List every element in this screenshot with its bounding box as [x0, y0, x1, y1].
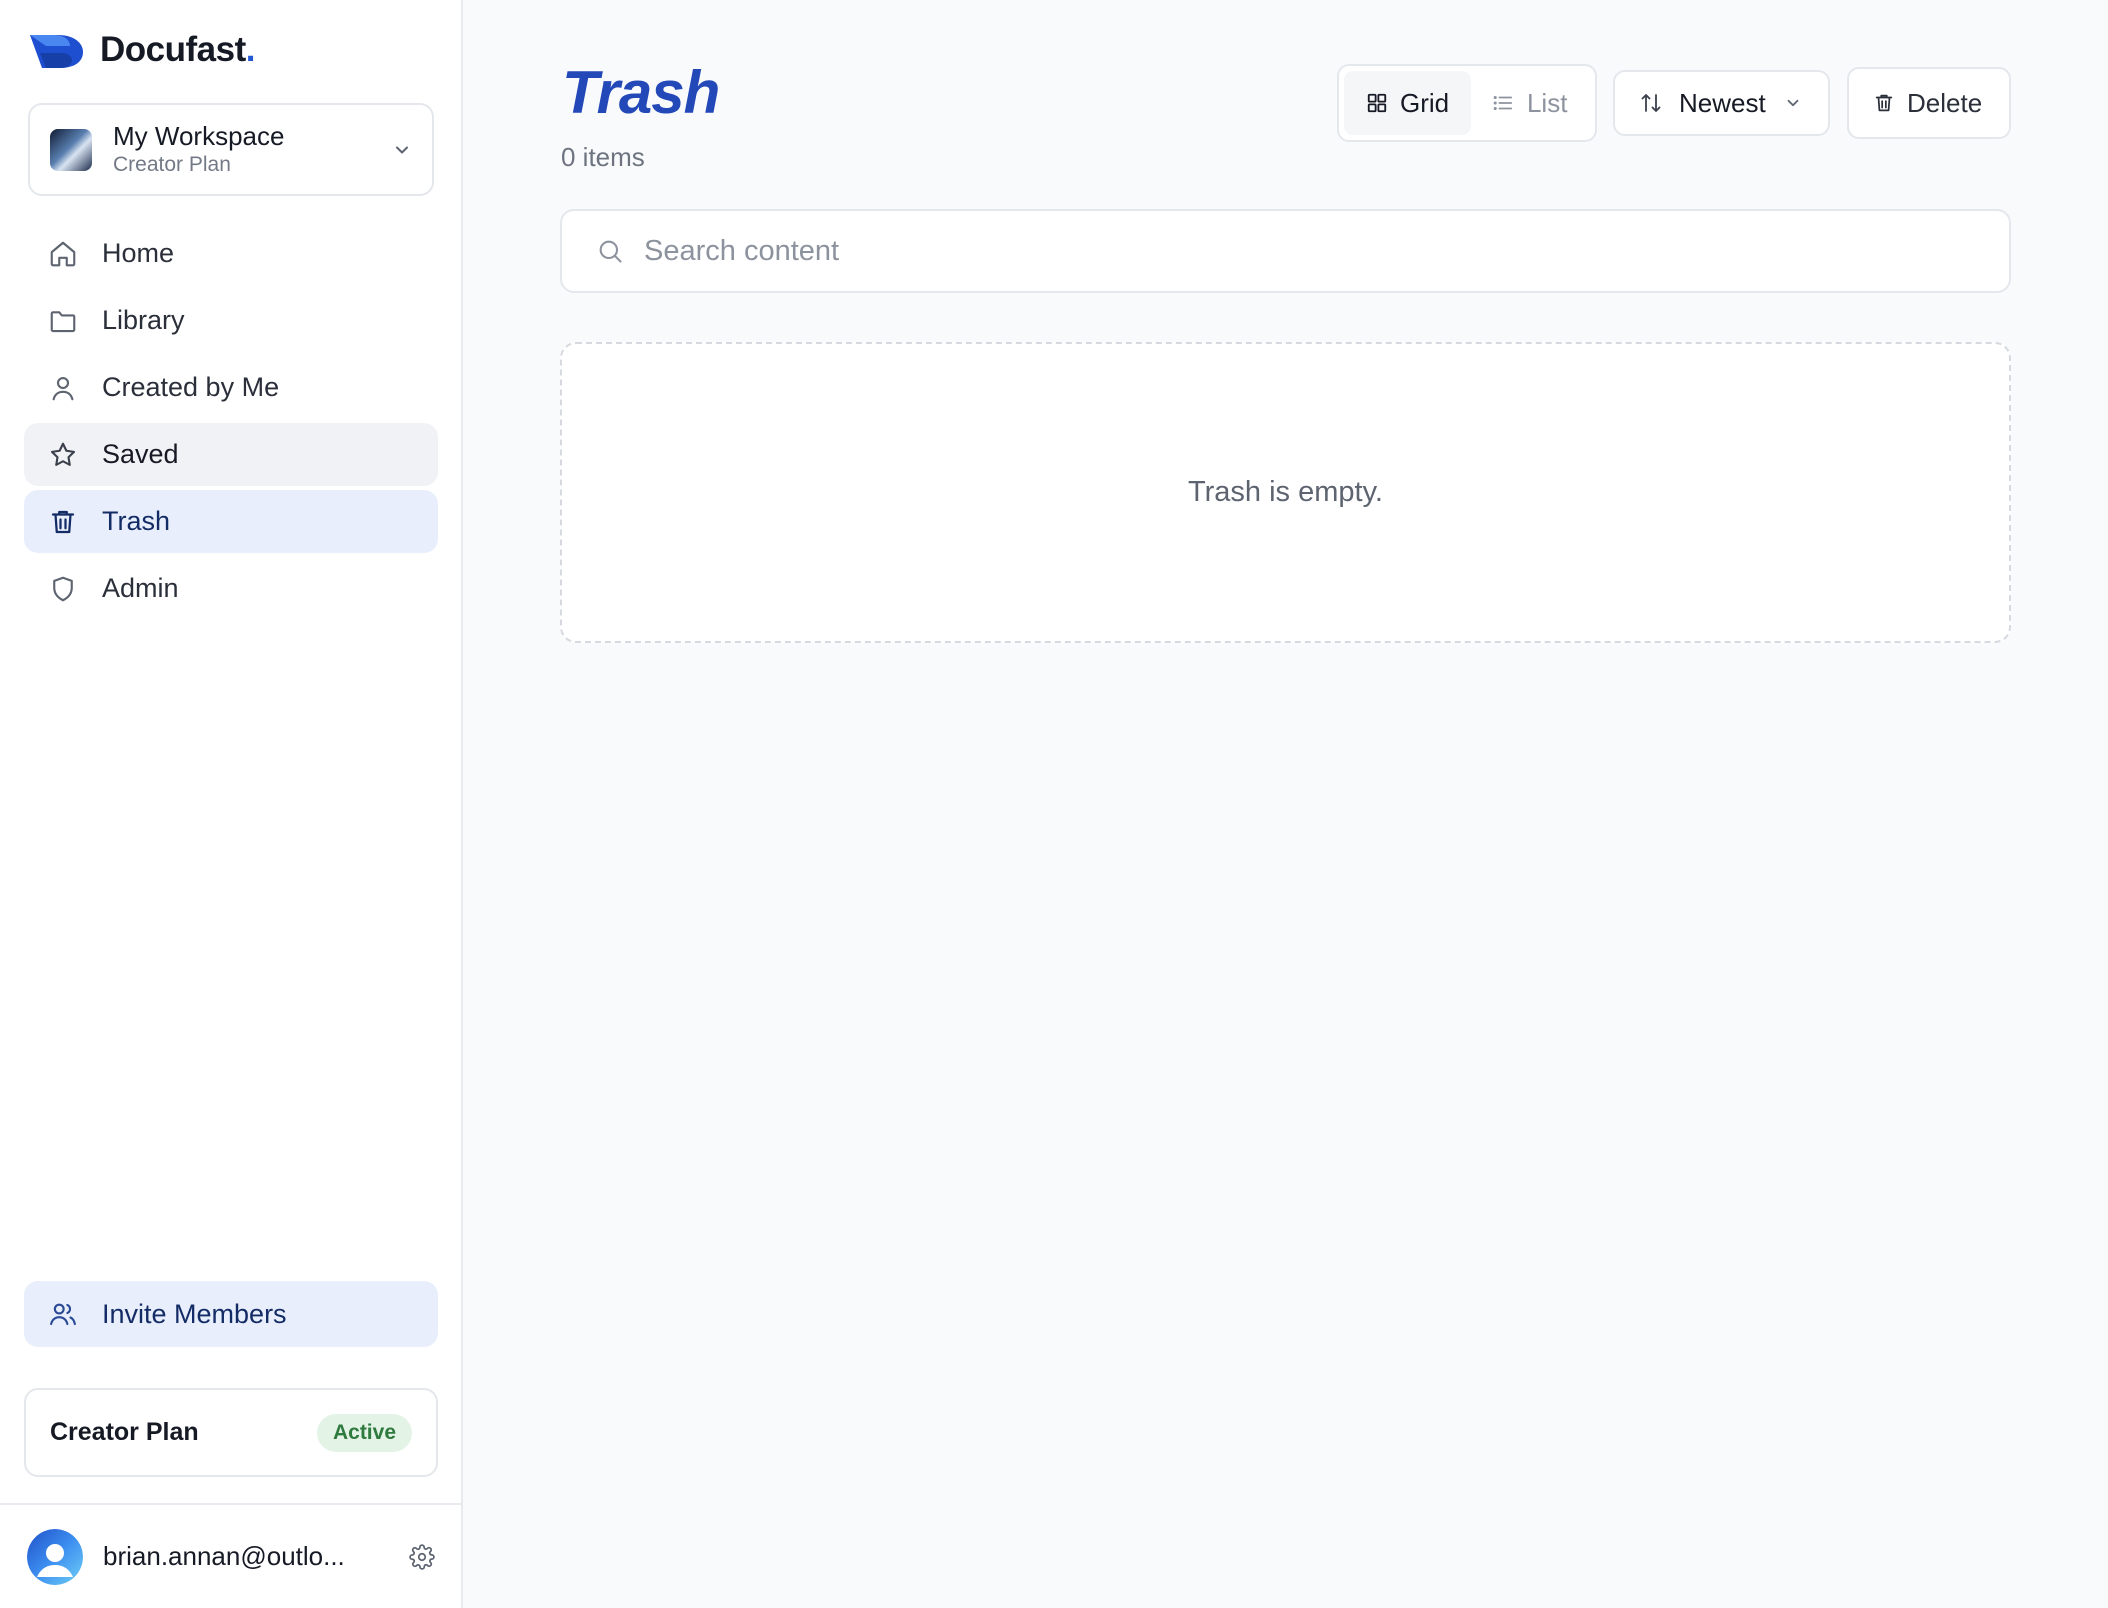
- sidebar-nav: Home Library Created by Me Saved Trash A…: [24, 222, 438, 624]
- shield-icon: [48, 574, 78, 604]
- sidebar-item-label: Admin: [102, 573, 179, 603]
- invite-members-button[interactable]: Invite Members: [24, 1281, 438, 1347]
- users-icon: [48, 1299, 78, 1329]
- workspace-switcher[interactable]: My Workspace Creator Plan: [28, 103, 434, 196]
- chevron-down-icon: [1784, 94, 1802, 112]
- list-icon: [1491, 92, 1515, 114]
- sidebar-item-saved[interactable]: Saved: [24, 423, 438, 486]
- workspace-name: My Workspace: [113, 121, 285, 151]
- list-view-label: List: [1526, 87, 1568, 118]
- sidebar-item-admin[interactable]: Admin: [24, 557, 438, 620]
- sort-dropdown[interactable]: Newest: [1613, 70, 1830, 136]
- grid-view-label: Grid: [1400, 87, 1450, 118]
- delete-label: Delete: [1907, 87, 1983, 118]
- delete-button[interactable]: Delete: [1847, 67, 2011, 139]
- brand[interactable]: Docufast.: [28, 28, 255, 72]
- main-content: Trash 0 items Grid List Newest Delete Se…: [465, 0, 2108, 1608]
- home-icon: [48, 239, 78, 269]
- folder-icon: [48, 306, 78, 336]
- workspace-thumbnail: [50, 128, 92, 171]
- star-icon: [48, 440, 78, 470]
- chevron-down-icon: [392, 140, 412, 160]
- grid-icon: [1366, 92, 1388, 114]
- sidebar-item-created-by-me[interactable]: Created by Me: [24, 356, 438, 419]
- avatar[interactable]: [27, 1528, 83, 1585]
- trash-icon: [48, 507, 78, 537]
- sort-icon: [1639, 91, 1663, 115]
- brand-name: Docufast.: [100, 30, 255, 69]
- sidebar-item-label: Trash: [102, 506, 171, 536]
- user-icon: [48, 373, 78, 403]
- sidebar-item-label: Home: [102, 238, 175, 268]
- sidebar-item-label: Saved: [102, 439, 179, 469]
- sidebar-item-library[interactable]: Library: [24, 289, 438, 352]
- invite-members-label: Invite Members: [102, 1298, 287, 1329]
- search-icon: [596, 237, 624, 265]
- gear-icon[interactable]: [409, 1543, 435, 1570]
- grid-view-button[interactable]: Grid: [1344, 71, 1471, 135]
- docufast-logo-icon: [28, 31, 84, 69]
- workspace-plan: Creator Plan: [113, 153, 231, 176]
- plan-card[interactable]: Creator Plan Active: [24, 1388, 438, 1477]
- list-view-button[interactable]: List: [1471, 71, 1590, 135]
- item-count: 0 items: [561, 142, 645, 172]
- sidebar: Docufast. My Workspace Creator Plan Home…: [0, 0, 463, 1608]
- page-title: Trash: [562, 59, 720, 126]
- sidebar-item-home[interactable]: Home: [24, 222, 438, 285]
- sidebar-item-label: Created by Me: [102, 372, 280, 402]
- empty-state-message: Trash is empty.: [1188, 476, 1383, 508]
- user-email: brian.annan@outlo...: [103, 1541, 345, 1571]
- sidebar-item-trash[interactable]: Trash: [24, 490, 438, 553]
- status-badge: Active: [316, 1413, 412, 1452]
- empty-state: Trash is empty.: [560, 342, 2011, 643]
- search-input[interactable]: [644, 234, 1944, 268]
- sort-label: Newest: [1679, 87, 1766, 118]
- view-toggle: Grid List: [1337, 64, 1597, 142]
- user-bar: brian.annan@outlo...: [0, 1503, 461, 1608]
- plan-name: Creator Plan: [50, 1418, 199, 1446]
- sidebar-item-label: Library: [102, 305, 185, 335]
- trash-icon: [1873, 92, 1895, 114]
- search-bar: [560, 209, 2011, 293]
